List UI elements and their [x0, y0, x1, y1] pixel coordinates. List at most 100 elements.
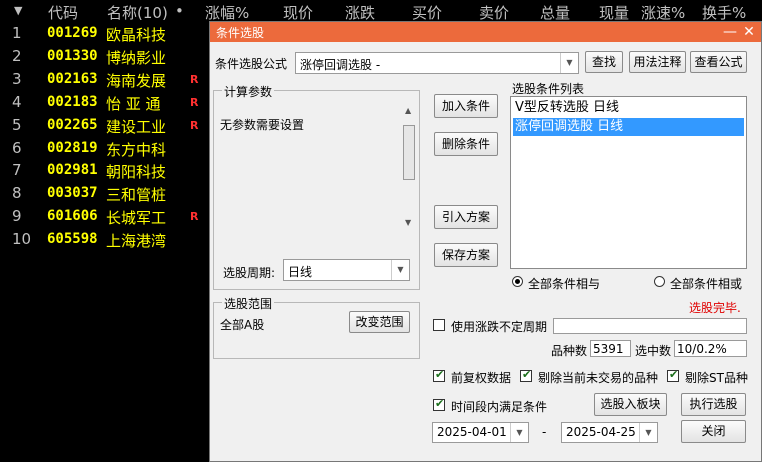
- col-change[interactable]: 涨跌: [345, 2, 375, 23]
- minimize-icon[interactable]: —: [721, 22, 739, 42]
- close-button[interactable]: 关闭: [681, 420, 746, 443]
- col-bid[interactable]: 买价: [412, 2, 442, 23]
- stock-code: 002183: [47, 93, 98, 110]
- period-satisfy-label[interactable]: 时间段内满足条件: [451, 398, 547, 415]
- col-speed[interactable]: 涨速%: [641, 2, 685, 23]
- col-ask[interactable]: 卖价: [479, 2, 509, 23]
- close-icon[interactable]: ✕: [740, 22, 758, 42]
- row-index: 4: [12, 92, 22, 111]
- use-period-label[interactable]: 使用涨跌不定周期: [451, 318, 547, 335]
- stock-name: 博纳影业: [106, 48, 167, 67]
- find-button[interactable]: 查找: [585, 51, 623, 73]
- dialog-titlebar[interactable]: 条件选股 — ✕: [210, 22, 761, 42]
- col-turnover[interactable]: 换手%: [702, 2, 746, 23]
- col-change-pct[interactable]: 涨幅%: [205, 2, 249, 23]
- col-code[interactable]: 代码: [48, 2, 78, 23]
- date-to-select[interactable]: 2025-04-25 ▼: [561, 422, 658, 443]
- table-row[interactable]: 4 002183 怡 亚 通 R: [0, 91, 210, 113]
- table-row[interactable]: 6 002819 东方中科: [0, 137, 210, 159]
- save-plan-button[interactable]: 保存方案: [434, 243, 498, 267]
- table-row[interactable]: 3 002163 海南发展 R: [0, 68, 210, 90]
- formula-value: 涨停回调选股 -: [300, 58, 381, 72]
- table-row[interactable]: 10 605598 上海港湾: [0, 228, 210, 250]
- stock-code: 002163: [47, 70, 98, 87]
- stock-name: 长城军工: [106, 209, 167, 228]
- margin-flag: R: [190, 72, 199, 86]
- import-plan-button[interactable]: 引入方案: [434, 205, 498, 229]
- execute-button[interactable]: 执行选股: [681, 393, 746, 416]
- no-trade-checkbox[interactable]: ✔: [520, 368, 532, 382]
- list-item[interactable]: V型反转选股 日线: [513, 99, 744, 117]
- radio-and[interactable]: [512, 276, 523, 287]
- period-range-field[interactable]: [553, 318, 747, 334]
- st-label[interactable]: 剔除ST品种: [685, 369, 748, 386]
- table-row[interactable]: 1 001269 欧晶科技: [0, 22, 210, 44]
- condition-select-dialog: 条件选股 — ✕ 条件选股公式 涨停回调选股 - ▼ 查找 用法注释 查看公式 …: [209, 21, 762, 462]
- table-header: ▼ 代码 名称(10) • 涨幅% 现价 涨跌 买价 卖价 总量 现量 涨速% …: [0, 0, 762, 22]
- stock-code: 003037: [47, 185, 98, 202]
- menu-chevron-icon[interactable]: ▼: [14, 4, 22, 17]
- adjust-checkbox[interactable]: ✔: [433, 368, 445, 382]
- table-row[interactable]: 9 601606 长城军工 R: [0, 205, 210, 227]
- stock-name: 上海港湾: [106, 232, 167, 251]
- no-trade-label[interactable]: 剔除当前未交易的品种: [538, 369, 658, 386]
- stock-name: 怡 亚 通: [106, 94, 161, 113]
- params-group-title: 计算参数: [222, 83, 275, 100]
- params-scrollbar[interactable]: ▲ ▼: [402, 106, 416, 230]
- date-separator: -: [542, 425, 547, 439]
- condition-list[interactable]: V型反转选股 日线 涨停回调选股 日线: [510, 96, 747, 269]
- list-item[interactable]: 涨停回调选股 日线: [513, 118, 744, 136]
- st-checkbox[interactable]: ✔: [667, 368, 679, 382]
- change-scope-button[interactable]: 改变范围: [349, 311, 410, 333]
- scope-value: 全部A股: [220, 318, 265, 332]
- radio-and-label[interactable]: 全部条件相与: [528, 275, 600, 292]
- use-period-checkbox[interactable]: [433, 319, 445, 331]
- scroll-thumb[interactable]: [403, 125, 415, 180]
- scroll-down-icon[interactable]: ▼: [405, 218, 411, 227]
- stock-code: 002981: [47, 162, 98, 179]
- table-row[interactable]: 7 002981 朝阳科技: [0, 159, 210, 181]
- add-condition-button[interactable]: 加入条件: [434, 94, 498, 118]
- selected-value: 10/0.2%: [677, 342, 727, 356]
- date-from-value: 2025-04-01: [437, 425, 507, 439]
- margin-flag: R: [190, 118, 199, 132]
- col-name[interactable]: 名称(10): [107, 2, 168, 23]
- date-from-select[interactable]: 2025-04-01 ▼: [432, 422, 529, 443]
- count-label: 品种数: [551, 344, 588, 358]
- stock-code: 001330: [47, 47, 98, 64]
- to-board-button[interactable]: 选股入板块: [594, 393, 667, 416]
- col-volume[interactable]: 总量: [540, 2, 570, 23]
- view-formula-button[interactable]: 查看公式: [690, 51, 747, 73]
- chevron-down-icon[interactable]: ▼: [510, 423, 528, 442]
- row-index: 2: [12, 46, 22, 65]
- scroll-up-icon[interactable]: ▲: [405, 106, 411, 115]
- usage-note-button[interactable]: 用法注释: [629, 51, 686, 73]
- radio-or[interactable]: [654, 276, 665, 287]
- row-index: 10: [12, 230, 32, 249]
- period-select[interactable]: 日线 ▼: [283, 259, 410, 281]
- formula-select[interactable]: 涨停回调选股 - ▼: [295, 52, 579, 74]
- row-index: 3: [12, 69, 22, 88]
- selected-field: 10/0.2%: [674, 340, 747, 357]
- chevron-down-icon[interactable]: ▼: [391, 260, 409, 280]
- adjust-label[interactable]: 前复权数据: [451, 369, 511, 386]
- table-row[interactable]: 2 001330 博纳影业: [0, 45, 210, 67]
- stock-name: 三和管桩: [106, 186, 167, 205]
- col-current-vol[interactable]: 现量: [599, 2, 629, 23]
- scope-group-title: 选股范围: [222, 295, 275, 312]
- table-row[interactable]: 8 003037 三和管桩: [0, 182, 210, 204]
- chevron-down-icon[interactable]: ▼: [639, 423, 657, 442]
- col-price[interactable]: 现价: [283, 2, 313, 23]
- period-satisfy-checkbox[interactable]: ✔: [433, 397, 445, 411]
- stock-code: 001269: [47, 25, 98, 41]
- delete-condition-button[interactable]: 删除条件: [434, 132, 498, 156]
- margin-flag: R: [190, 210, 199, 224]
- row-index: 8: [12, 184, 22, 203]
- chevron-down-icon[interactable]: ▼: [560, 53, 578, 73]
- row-index: 5: [12, 115, 22, 134]
- stock-name: 东方中科: [106, 140, 167, 159]
- stock-code: 002265: [47, 116, 98, 133]
- radio-or-label[interactable]: 全部条件相或: [670, 275, 742, 292]
- table-row[interactable]: 5 002265 建设工业 R: [0, 114, 210, 136]
- col-dot: •: [175, 2, 184, 20]
